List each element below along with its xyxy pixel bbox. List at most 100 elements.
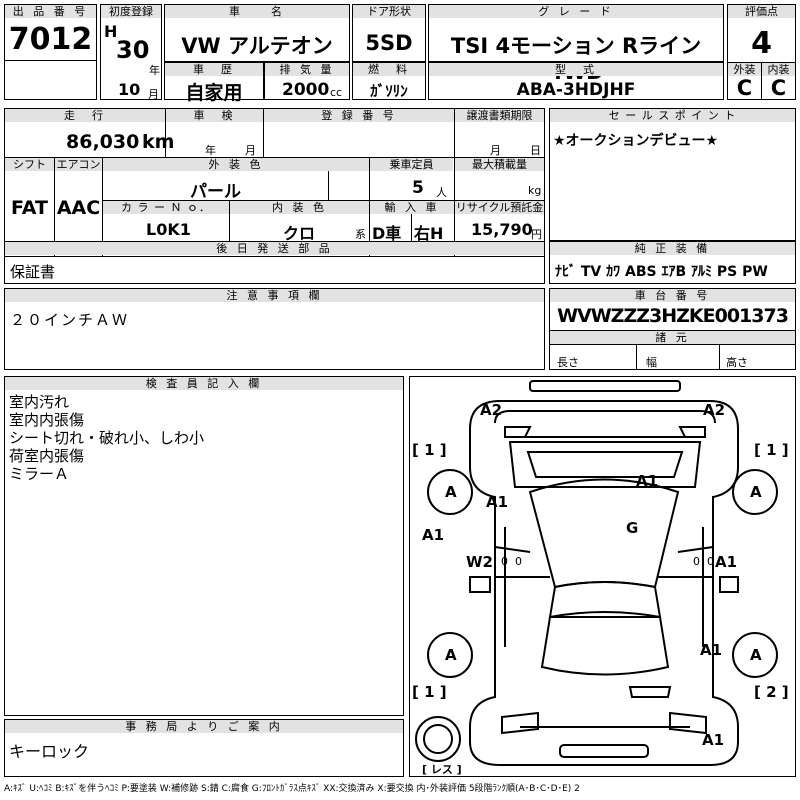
year-number: 30 <box>116 36 150 64</box>
tread-front-left: [ 1 ] <box>412 441 447 459</box>
inspector-label: 検 査 員 記 入 欄 <box>5 377 403 390</box>
car-outline <box>415 380 778 766</box>
damage-code-a1-right-side: A1 <box>715 553 738 571</box>
later-parts-text: 保証書 <box>10 263 56 281</box>
equipment-items: ﾅﾋﾞ TV ｶﾜ ABS ｴｱB ｱﾙﾐ PS PW <box>555 264 768 280</box>
chassis-number: WVWZZZ3HZKE001373 <box>557 305 789 327</box>
month-number: 10 <box>118 80 141 99</box>
damage-code-a1-left-side: A1 <box>422 526 445 544</box>
model-code: ABA-3HDJHF <box>516 80 636 100</box>
transfer-day-unit: 日 <box>530 144 541 157</box>
sales-point-box <box>549 108 796 241</box>
score-label: 評価点 <box>728 5 795 18</box>
height-label: 高さ <box>726 356 748 369</box>
tread-rear-left: [ 1 ] <box>412 683 447 701</box>
inspector-line: 室内汚れ <box>9 393 70 411</box>
color-no-label: カ ラ ー Ｎ ｏ． <box>103 201 229 214</box>
width-label: 幅 <box>646 356 657 369</box>
ext-color-label: 外 装 色 <box>103 158 369 171</box>
equipment-label: 純 正 装 備 <box>550 242 795 255</box>
tread-front-right: [ 1 ] <box>754 441 789 459</box>
max-load-label: 最大積載量 <box>455 158 544 171</box>
int-color-unit: 系 <box>355 228 366 241</box>
dimensions-label: 諸 元 <box>550 331 795 344</box>
exterior-label: 外装 <box>728 63 761 76</box>
score: 4 <box>751 26 772 61</box>
lot-number: 7012 <box>8 22 93 57</box>
damage-code-g: G <box>626 519 639 537</box>
damage-code-a2-left: A2 <box>480 401 503 419</box>
later-parts-label: 後 日 発 送 部 品 <box>5 242 544 255</box>
tire-code-rear-left: A <box>445 646 457 664</box>
registration-label: 登 録 番 号 <box>264 109 454 122</box>
ac-label: エアコン <box>55 158 102 171</box>
history: 自家用 <box>185 82 243 104</box>
chassis-label: 車 台 番 号 <box>550 289 795 302</box>
damage-code-a1-left-front: A1 <box>486 493 509 511</box>
mileage-label: 走 行 <box>5 109 165 122</box>
grade-label: グ レ ー ド <box>429 5 723 18</box>
int-color-label: 内 装 色 <box>230 201 369 214</box>
later-parts-box <box>4 256 545 284</box>
year-unit: 年 <box>149 64 160 77</box>
history-label: 車 歴 <box>165 63 263 76</box>
fuel-label: 燃 料 <box>353 63 425 76</box>
office-label: 事 務 局 よ り ご 案 内 <box>5 720 403 733</box>
capacity-unit: 人 <box>436 186 447 199</box>
tire-code-front-left: A <box>445 483 457 501</box>
recycle-label: リサイクル預託金 <box>455 201 544 214</box>
inspection-year-unit: 年 <box>205 144 216 157</box>
ext-color: パール <box>190 182 241 202</box>
damage-code-a1-bottom: A1 <box>702 731 725 749</box>
tire-code-front-right: A <box>750 483 762 501</box>
inspector-line: 室内内張傷 <box>9 411 85 429</box>
first-registration-label: 初度登録 <box>101 5 161 18</box>
lot-label: 出 品 番 号 <box>5 5 96 18</box>
max-load-unit: kg <box>528 184 542 197</box>
length-label: 長さ <box>557 356 579 369</box>
inspection-month-unit: 月 <box>245 144 256 157</box>
notes-text: ２０インチＡＷ <box>10 311 130 329</box>
import-label: 輸 入 車 <box>370 201 454 214</box>
interior-grade: C <box>770 76 787 100</box>
exterior-grade: C <box>736 76 753 100</box>
legend-text: A:ｷｽﾞ U:ﾍｺﾐ B:ｷｽﾞを伴うﾍｺﾐ P:要塗装 W:補修跡 S:錆 … <box>4 784 580 794</box>
fuel: ｶﾞｿﾘﾝ <box>370 82 408 100</box>
damage-code-w2: W2 <box>466 553 493 571</box>
inspector-line: 荷室内張傷 <box>9 447 85 465</box>
inspector-notes: 室内汚れ 室内内張傷 シート切れ・破れ小、しわ小 荷室内張傷 ミラーＡ <box>9 393 204 483</box>
tread-rear-right: [ 2 ] <box>754 683 789 701</box>
panel-mark: 0 <box>707 555 714 568</box>
inspector-line: ミラーＡ <box>9 465 70 483</box>
tire-code-rear-right: A <box>750 646 762 664</box>
transfer-label: 譲渡書類期限 <box>455 109 544 122</box>
car-diagram: A2 A2 A1 A1 A1 G W2 A1 A1 A1 0 0 0 0 A A… <box>409 376 796 777</box>
mileage: 86,030 <box>66 131 140 153</box>
damage-code-a1-roof: A1 <box>636 472 659 490</box>
recycle-fee: 15,790 <box>471 220 533 239</box>
mileage-unit: km <box>142 131 175 153</box>
sales-point-label: セ ー ル ス ポ イ ン ト <box>550 109 795 122</box>
sales-point-text: ★オークションデビュー★ <box>553 133 719 149</box>
door-label: ドア形状 <box>353 5 425 18</box>
capacity: 5 <box>412 178 424 198</box>
model-label: 型 式 <box>429 63 723 76</box>
inspection-label: 車 検 <box>166 109 263 122</box>
transfer-month-unit: 月 <box>490 144 501 157</box>
month-unit: 月 <box>148 88 159 101</box>
ac: AAC <box>56 197 101 219</box>
recycle-unit: 円 <box>531 228 542 241</box>
displacement-unit: cc <box>330 86 343 99</box>
car-name-label: 車 名 <box>165 5 349 18</box>
car-name: VW アルテオン <box>181 34 333 58</box>
shift: FAT <box>11 197 48 219</box>
damage-code-a1-right-rear: A1 <box>700 641 723 659</box>
inspector-line: シート切れ・破れ小、しわ小 <box>9 429 205 447</box>
shift-label: シフト <box>5 158 54 171</box>
damage-code-a2-right: A2 <box>703 401 726 419</box>
interior-label: 内装 <box>762 63 795 76</box>
notes-label: 注 意 事 項 欄 <box>5 289 544 302</box>
office-text: キーロック <box>9 742 90 761</box>
panel-mark: 0 <box>501 555 508 568</box>
displacement: 2000 <box>282 80 330 100</box>
